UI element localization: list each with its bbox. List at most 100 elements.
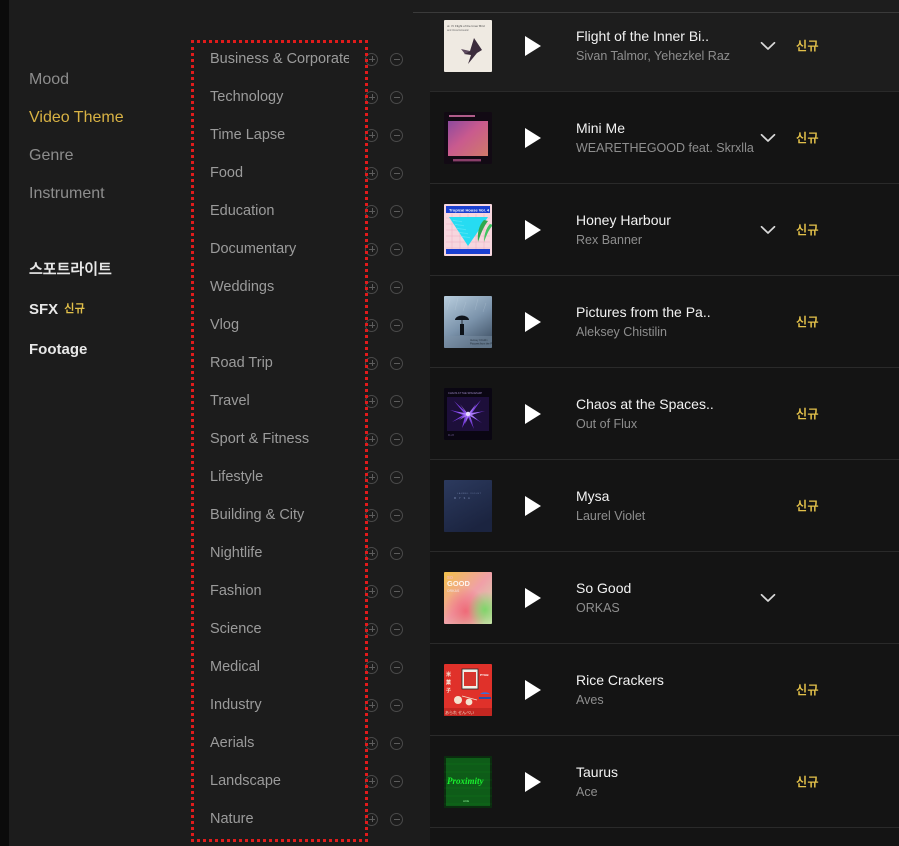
- category-row[interactable]: Sport & Fitness: [191, 420, 430, 458]
- track-title[interactable]: Pictures from the Pa..: [576, 303, 754, 321]
- category-row[interactable]: Lifestyle: [191, 458, 430, 496]
- minus-circle-icon[interactable]: [390, 394, 403, 408]
- track-row[interactable]: Tropical House Vol. 4 Honey Harbour Rex Ba…: [430, 184, 899, 276]
- track-artist[interactable]: Sivan Talmor, Yehezkel Raz: [576, 48, 754, 64]
- track-row[interactable]: SO GOOD ORKAS So Good ORKAS: [430, 552, 899, 644]
- track-row[interactable]: PYGB 米菓子あられ せんべい Rice Crackers Aves 신규: [430, 644, 899, 736]
- sidebar-section-2[interactable]: Footage: [9, 340, 191, 359]
- track-title[interactable]: So Good: [576, 579, 754, 597]
- category-row[interactable]: Nature: [191, 800, 430, 838]
- minus-circle-icon[interactable]: [390, 622, 403, 636]
- track-title[interactable]: Taurus: [576, 763, 754, 781]
- plus-circle-icon[interactable]: [365, 736, 378, 750]
- plus-circle-icon[interactable]: [365, 280, 378, 294]
- category-row[interactable]: Education: [191, 192, 430, 230]
- plus-circle-icon[interactable]: [365, 698, 378, 712]
- category-row[interactable]: Travel: [191, 382, 430, 420]
- category-row[interactable]: Landscape: [191, 762, 430, 800]
- minus-circle-icon[interactable]: [390, 736, 403, 750]
- minus-circle-icon[interactable]: [390, 812, 403, 826]
- minus-circle-icon[interactable]: [390, 242, 403, 256]
- track-row[interactable]: Mini Me WEARETHEGOOD feat. Skrxlla 신규: [430, 92, 899, 184]
- minus-circle-icon[interactable]: [390, 280, 403, 294]
- track-row[interactable]: LAUREL VIOLET M Y S A Mysa Laurel Violet 신규: [430, 460, 899, 552]
- category-row[interactable]: Vlog: [191, 306, 430, 344]
- play-icon[interactable]: [516, 673, 550, 707]
- category-label[interactable]: Science: [191, 621, 349, 637]
- category-row[interactable]: Road Trip: [191, 344, 430, 382]
- plus-circle-icon[interactable]: [365, 774, 378, 788]
- chevron-down-icon[interactable]: [758, 36, 778, 56]
- category-label[interactable]: Education: [191, 203, 349, 219]
- minus-circle-icon[interactable]: [390, 318, 403, 332]
- plus-circle-icon[interactable]: [365, 90, 378, 104]
- category-row[interactable]: Aerials: [191, 724, 430, 762]
- category-label[interactable]: Time Lapse: [191, 127, 349, 143]
- sidebar-section-1[interactable]: SFX 신규: [9, 300, 191, 319]
- plus-circle-icon[interactable]: [365, 432, 378, 446]
- track-title[interactable]: Honey Harbour: [576, 211, 754, 229]
- minus-circle-icon[interactable]: [390, 508, 403, 522]
- play-icon[interactable]: [516, 581, 550, 615]
- minus-circle-icon[interactable]: [390, 584, 403, 598]
- play-icon[interactable]: [516, 765, 550, 799]
- play-icon[interactable]: [516, 29, 550, 63]
- track-list[interactable]: ol. 7c Flight of the Inner Bird and Vocal…: [430, 0, 899, 846]
- plus-circle-icon[interactable]: [365, 166, 378, 180]
- category-row[interactable]: Science: [191, 610, 430, 648]
- plus-circle-icon[interactable]: [365, 660, 378, 674]
- plus-circle-icon[interactable]: [365, 470, 378, 484]
- track-title[interactable]: Chaos at the Spaces..: [576, 395, 754, 413]
- category-label[interactable]: Road Trip: [191, 355, 349, 371]
- plus-circle-icon[interactable]: [365, 622, 378, 636]
- plus-circle-icon[interactable]: [365, 394, 378, 408]
- track-artist[interactable]: Laurel Violet: [576, 508, 754, 524]
- minus-circle-icon[interactable]: [390, 774, 403, 788]
- track-artist[interactable]: Ace: [576, 784, 754, 800]
- sidebar-section-0[interactable]: 스포트라이트: [9, 260, 191, 279]
- plus-circle-icon[interactable]: [365, 204, 378, 218]
- category-label[interactable]: Medical: [191, 659, 349, 675]
- plus-circle-icon[interactable]: [365, 812, 378, 826]
- category-row[interactable]: Documentary: [191, 230, 430, 268]
- track-title[interactable]: Flight of the Inner Bi..: [576, 27, 754, 45]
- category-label[interactable]: Nature: [191, 811, 349, 827]
- category-row[interactable]: Fashion: [191, 572, 430, 610]
- category-row[interactable]: Weddings: [191, 268, 430, 306]
- track-artist[interactable]: ORKAS: [576, 600, 754, 616]
- minus-circle-icon[interactable]: [390, 166, 403, 180]
- category-label[interactable]: Nightlife: [191, 545, 349, 561]
- sidebar-filter-mood[interactable]: Mood: [29, 70, 191, 89]
- minus-circle-icon[interactable]: [390, 356, 403, 370]
- category-label[interactable]: Documentary: [191, 241, 349, 257]
- category-label[interactable]: Aerials: [191, 735, 349, 751]
- plus-circle-icon[interactable]: [365, 546, 378, 560]
- category-label[interactable]: Lifestyle: [191, 469, 349, 485]
- chevron-down-icon[interactable]: [758, 128, 778, 148]
- category-label[interactable]: Food: [191, 165, 349, 181]
- category-label[interactable]: Building & City: [191, 507, 349, 523]
- minus-circle-icon[interactable]: [390, 698, 403, 712]
- plus-circle-icon[interactable]: [365, 356, 378, 370]
- category-row[interactable]: Medical: [191, 648, 430, 686]
- play-icon[interactable]: [516, 397, 550, 431]
- category-label[interactable]: Travel: [191, 393, 349, 409]
- category-label[interactable]: Landscape: [191, 773, 349, 789]
- category-label[interactable]: Technology: [191, 89, 349, 105]
- play-icon[interactable]: [516, 305, 550, 339]
- chevron-down-icon[interactable]: [758, 220, 778, 240]
- plus-circle-icon[interactable]: [365, 242, 378, 256]
- minus-circle-icon[interactable]: [390, 432, 403, 446]
- category-label[interactable]: Sport & Fitness: [191, 431, 349, 447]
- plus-circle-icon[interactable]: [365, 318, 378, 332]
- track-row[interactable]: ol. 7c Flight of the Inner Bird and Vocal…: [430, 0, 899, 92]
- category-row[interactable]: Nightlife: [191, 534, 430, 572]
- plus-circle-icon[interactable]: [365, 128, 378, 142]
- minus-circle-icon[interactable]: [390, 204, 403, 218]
- plus-circle-icon[interactable]: [365, 52, 378, 66]
- category-row[interactable]: Industry: [191, 686, 430, 724]
- minus-circle-icon[interactable]: [390, 90, 403, 104]
- play-icon[interactable]: [516, 213, 550, 247]
- chevron-down-icon[interactable]: [758, 588, 778, 608]
- track-artist[interactable]: Aves: [576, 692, 754, 708]
